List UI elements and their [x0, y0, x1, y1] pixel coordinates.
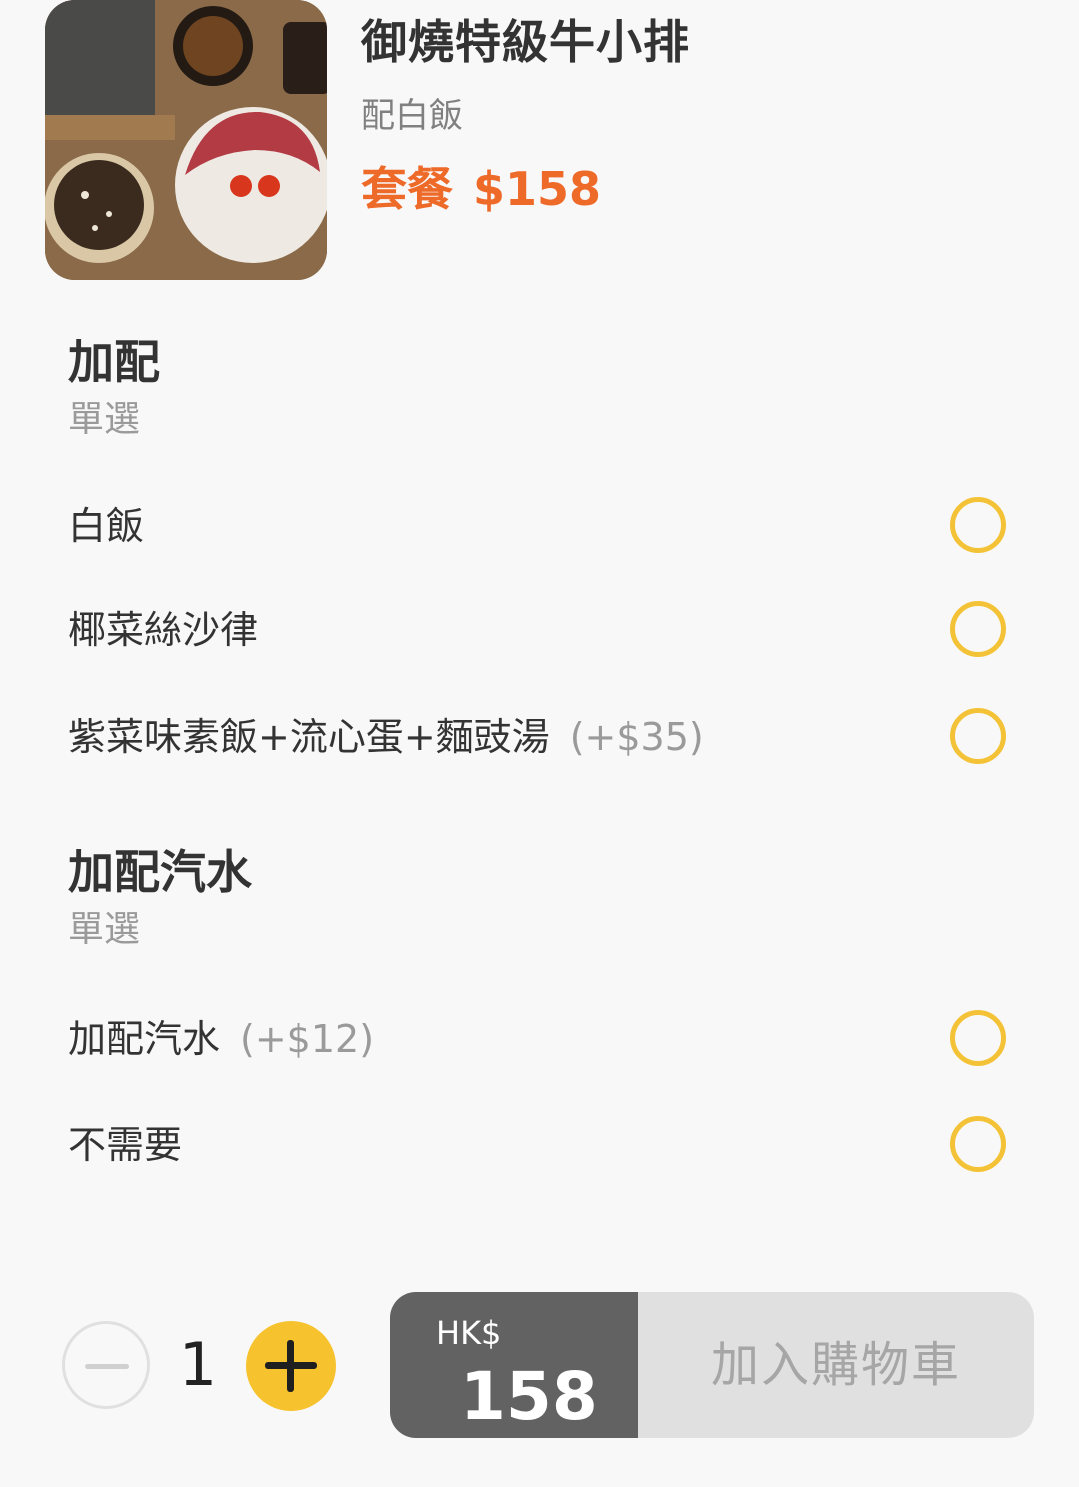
total-amount: 158 [460, 1358, 598, 1435]
option-row-no-soda[interactable]: 不需要 [68, 1110, 1028, 1180]
cart-total-panel: HK$ 158 [390, 1292, 638, 1438]
option-group-soda: 加配汽水 單選 加配汽水 (+$12) 不需要 [68, 844, 1028, 1194]
option-group-addon: 加配 單選 白飯 椰菜絲沙律 紫菜味素飯+流心蛋+麵豉湯 (+$35) [68, 334, 1028, 784]
option-row-white-rice[interactable]: 白飯 [68, 491, 1028, 561]
product-options-page: 御燒特級牛小排 配白飯 套餐 $158 加配 單選 白飯 椰菜絲沙律 紫菜味素飯+… [0, 0, 1079, 1487]
option-extra-price: (+$12) [240, 1017, 375, 1061]
group-selection-note: 單選 [68, 399, 141, 440]
option-label: 加配汽水 (+$12) [68, 1017, 375, 1061]
radio-button[interactable] [950, 1116, 1006, 1172]
option-extra-price: (+$35) [569, 715, 704, 759]
add-to-cart-button[interactable]: 加入購物車 [638, 1292, 1034, 1438]
quantity-decrease-button[interactable] [62, 1321, 150, 1409]
quantity-value: 1 [178, 1330, 218, 1400]
option-row-add-soda[interactable]: 加配汽水 (+$12) [68, 1004, 1028, 1074]
radio-button[interactable] [950, 1010, 1006, 1066]
group-title: 加配 [68, 335, 160, 389]
radio-button[interactable] [950, 708, 1006, 764]
option-row-seaweed-rice-set[interactable]: 紫菜味素飯+流心蛋+麵豉湯 (+$35) [68, 702, 1028, 772]
group-title: 加配汽水 [68, 845, 252, 899]
option-row-salad[interactable]: 椰菜絲沙律 [68, 595, 1028, 665]
price-label: 套餐 [361, 162, 453, 216]
currency-label: HK$ [436, 1314, 502, 1352]
quantity-increase-button[interactable] [246, 1321, 336, 1411]
option-label: 紫菜味素飯+流心蛋+麵豉湯 (+$35) [68, 715, 704, 759]
option-label: 白飯 [68, 504, 145, 548]
product-price: 套餐 $158 [361, 153, 621, 219]
option-label: 不需要 [68, 1123, 183, 1167]
product-image [45, 0, 327, 280]
price-value: $158 [473, 162, 602, 216]
add-to-cart-bar[interactable]: HK$ 158 加入購物車 [390, 1292, 1034, 1438]
group-selection-note: 單選 [68, 909, 141, 950]
option-label: 椰菜絲沙律 [68, 608, 259, 652]
product-title: 御燒特級牛小排 [361, 15, 690, 69]
product-header: 御燒特級牛小排 配白飯 套餐 $158 [45, 0, 1045, 285]
radio-button[interactable] [950, 497, 1006, 553]
radio-button[interactable] [950, 601, 1006, 657]
product-subtitle: 配白飯 [361, 96, 463, 136]
